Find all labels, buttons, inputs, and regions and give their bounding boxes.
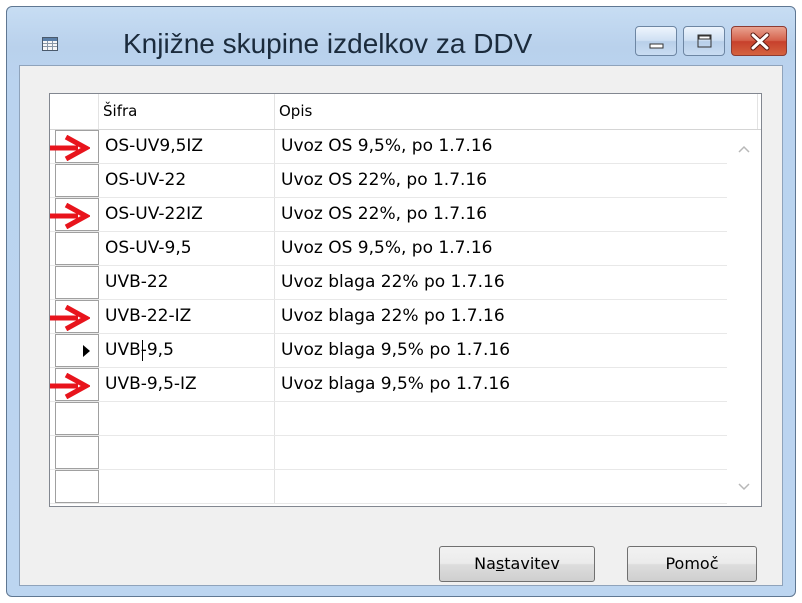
maximize-button[interactable] (683, 26, 725, 56)
minimize-icon (649, 43, 664, 49)
table-row[interactable] (50, 436, 761, 470)
cell-description[interactable] (275, 402, 758, 435)
column-header-description[interactable]: Opis (275, 94, 758, 129)
row-selector[interactable] (55, 266, 99, 299)
cell-code[interactable]: UVB-9,5-IZ (99, 368, 275, 401)
cell-code[interactable]: UVB-22 (99, 266, 275, 299)
setup-label-post: tavitev (504, 554, 560, 573)
table-row[interactable] (50, 470, 761, 504)
current-row-pointer-icon (83, 345, 90, 357)
table-row[interactable]: UVB-22 Uvoz blaga 22% po 1.7.16 (50, 266, 761, 300)
cell-code[interactable] (99, 436, 275, 469)
table-row[interactable]: OS-UV-22 Uvoz OS 22%, po 1.7.16 (50, 164, 761, 198)
scroll-up-icon[interactable] (737, 144, 751, 154)
cell-code[interactable]: OS-UV9,5IZ (99, 130, 275, 163)
dialog-window: Knjižne skupine izdelkov za DDV Šifra Op… (6, 6, 796, 597)
cell-code[interactable]: OS-UV-22 (99, 164, 275, 197)
table-row[interactable]: UVB-9,5 Uvoz blaga 9,5% po 1.7.16 (50, 334, 761, 368)
cell-description[interactable]: Uvoz OS 9,5%, po 1.7.16 (275, 130, 758, 163)
table-row[interactable]: OS-UV-9,5 Uvoz OS 9,5%, po 1.7.16 (50, 232, 761, 266)
column-header-code[interactable]: Šifra (99, 94, 275, 129)
vertical-scrollbar[interactable] (727, 130, 761, 506)
cell-code[interactable] (99, 402, 275, 435)
table-row[interactable]: UVB-9,5-IZ Uvoz blaga 9,5% po 1.7.16 (50, 368, 761, 402)
row-selector[interactable] (55, 402, 99, 435)
cell-code[interactable]: UVB-22-IZ (99, 300, 275, 333)
table-grid-icon (42, 37, 58, 51)
row-selector[interactable] (55, 436, 99, 469)
setup-label-mnemonic: s (495, 554, 505, 573)
cell-description[interactable]: Uvoz blaga 22% po 1.7.16 (275, 300, 758, 333)
grid-header: Šifra Opis (50, 94, 761, 130)
cell-code[interactable]: OS-UV-9,5 (99, 232, 275, 265)
cell-description[interactable] (275, 470, 758, 503)
cell-code[interactable] (99, 470, 275, 503)
red-arrow-icon (50, 135, 90, 161)
table-row[interactable]: UVB-22-IZ Uvoz blaga 22% po 1.7.16 (50, 300, 761, 334)
row-selector[interactable] (55, 164, 99, 197)
setup-button[interactable]: Nastavitev (439, 546, 595, 582)
table-row[interactable]: OS-UV9,5IZ Uvoz OS 9,5%, po 1.7.16 (50, 130, 761, 164)
cell-description[interactable]: Uvoz OS 22%, po 1.7.16 (275, 198, 758, 231)
row-selector[interactable] (55, 334, 99, 367)
row-selector[interactable] (55, 470, 99, 503)
maximize-icon (697, 34, 712, 48)
text-cursor (142, 340, 143, 361)
cell-description[interactable] (275, 436, 758, 469)
setup-label-pre: Na (474, 554, 496, 573)
cell-code[interactable]: OS-UV-22IZ (99, 198, 275, 231)
help-button[interactable]: Pomoč (627, 546, 757, 582)
close-button[interactable] (731, 26, 787, 56)
minimize-button[interactable] (635, 26, 677, 56)
table-row[interactable]: OS-UV-22IZ Uvoz OS 22%, po 1.7.16 (50, 198, 761, 232)
vat-groups-grid[interactable]: Šifra Opis OS-UV9,5IZ Uvoz OS 9,5%, po 1.… (49, 93, 762, 507)
red-arrow-icon (50, 373, 90, 399)
title-bar[interactable]: Knjižne skupine izdelkov za DDV (7, 7, 795, 63)
cell-description[interactable]: Uvoz blaga 9,5% po 1.7.16 (275, 334, 758, 367)
cell-description[interactable]: Uvoz OS 9,5%, po 1.7.16 (275, 232, 758, 265)
window-title: Knjižne skupine izdelkov za DDV (123, 28, 533, 59)
caption-buttons (635, 26, 787, 56)
table-row[interactable] (50, 402, 761, 436)
dialog-client-area: Šifra Opis OS-UV9,5IZ Uvoz OS 9,5%, po 1.… (19, 65, 783, 586)
row-selector[interactable] (55, 232, 99, 265)
cell-code[interactable]: UVB-9,5 (99, 334, 275, 367)
selector-column-header (50, 94, 99, 129)
cell-description[interactable]: Uvoz blaga 22% po 1.7.16 (275, 266, 758, 299)
close-icon (750, 32, 770, 51)
scroll-down-icon[interactable] (737, 482, 751, 492)
red-arrow-icon (50, 203, 90, 229)
cell-description[interactable]: Uvoz OS 22%, po 1.7.16 (275, 164, 758, 197)
red-arrow-icon (50, 305, 90, 331)
cell-description[interactable]: Uvoz blaga 9,5% po 1.7.16 (275, 368, 758, 401)
